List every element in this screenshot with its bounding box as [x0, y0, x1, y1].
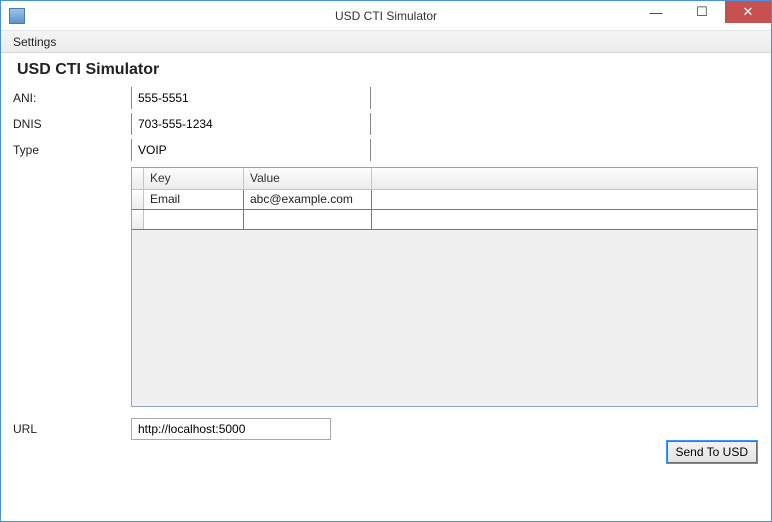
- grid-cell-value[interactable]: abc@example.com: [244, 190, 372, 209]
- field-row-ani: ANI:: [13, 85, 759, 111]
- type-input[interactable]: [131, 139, 371, 161]
- grid-header-row: Key Value: [132, 168, 757, 190]
- app-icon: [9, 8, 25, 24]
- window-controls: — ☐ ✕: [633, 1, 771, 23]
- grid-cell-key[interactable]: [144, 210, 244, 229]
- content-area: USD CTI Simulator ANI: DNIS Type Key Val…: [1, 53, 771, 521]
- menubar: Settings: [1, 31, 771, 53]
- grid-row-header[interactable]: [132, 210, 144, 229]
- ani-input[interactable]: [131, 87, 371, 109]
- grid-header-rest: [372, 168, 757, 189]
- grid-rowheader-spacer: [132, 168, 144, 189]
- app-window: USD CTI Simulator — ☐ ✕ Settings USD CTI…: [0, 0, 772, 522]
- page-title: USD CTI Simulator: [17, 61, 759, 79]
- footer: Send To USD: [13, 441, 759, 469]
- grid-header-value[interactable]: Value: [244, 168, 372, 189]
- grid-cell-value[interactable]: [244, 210, 372, 229]
- send-to-usd-button[interactable]: Send To USD: [667, 441, 758, 463]
- grid-cell-rest[interactable]: [372, 190, 757, 209]
- grid-row[interactable]: [132, 210, 757, 230]
- menu-settings[interactable]: Settings: [7, 33, 62, 51]
- titlebar: USD CTI Simulator — ☐ ✕: [1, 1, 771, 31]
- dnis-input[interactable]: [131, 113, 371, 135]
- grid-body: Email abc@example.com: [132, 190, 757, 230]
- grid-header-key[interactable]: Key: [144, 168, 244, 189]
- grid-row-header[interactable]: [132, 190, 144, 209]
- data-grid[interactable]: Key Value Email abc@example.com: [131, 167, 758, 407]
- ani-label: ANI:: [13, 91, 131, 105]
- close-button[interactable]: ✕: [725, 1, 771, 23]
- minimize-button[interactable]: —: [633, 1, 679, 23]
- maximize-button[interactable]: ☐: [679, 1, 725, 23]
- grid-row[interactable]: Email abc@example.com: [132, 190, 757, 210]
- field-row-type: Type: [13, 137, 759, 163]
- field-row-dnis: DNIS: [13, 111, 759, 137]
- dnis-label: DNIS: [13, 117, 131, 131]
- grid-cell-rest[interactable]: [372, 210, 757, 229]
- type-label: Type: [13, 143, 131, 157]
- field-row-url: URL: [13, 417, 759, 441]
- grid-cell-key[interactable]: Email: [144, 190, 244, 209]
- url-label: URL: [13, 422, 131, 436]
- url-input[interactable]: [131, 418, 331, 440]
